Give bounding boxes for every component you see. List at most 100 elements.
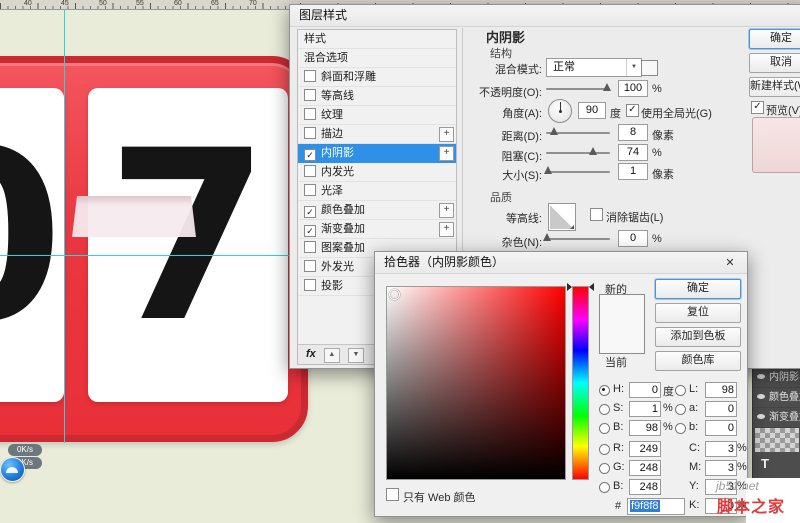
lab-b-radio[interactable] [675,423,686,434]
contour-thumbnail[interactable] [548,203,576,231]
shadow-color-swatch[interactable] [641,60,658,76]
blend-mode-dropdown[interactable]: 正常 ▼ [546,58,642,77]
effect-row-gradient-overlay[interactable]: 渐变叠加 [753,408,800,428]
slider-handle[interactable] [589,147,598,155]
ok-button[interactable]: 确定 [749,29,800,49]
checkbox-icon[interactable] [304,241,316,253]
color-field[interactable] [386,286,566,480]
a-input[interactable]: 0 [705,401,737,417]
style-item-color-overlay[interactable]: ✓ 颜色叠加 + [298,201,456,220]
eye-icon[interactable] [757,374,765,379]
checkbox-icon[interactable] [304,108,316,120]
new-current-swatch[interactable] [599,294,645,354]
styles-header-row[interactable]: 样式 [298,30,456,49]
noise-input[interactable]: 0 [618,230,648,247]
hex-value[interactable]: f9f8f8 [630,500,660,512]
g-input[interactable]: 248 [629,460,661,476]
lab-b-input[interactable]: 0 [705,420,737,436]
c-input[interactable]: 3 [705,441,737,457]
picker-reset-button[interactable]: 复位 [655,303,741,323]
color-field-marker[interactable] [389,289,400,300]
distance-input[interactable]: 8 [618,124,648,141]
l-radio[interactable] [675,385,686,396]
style-item-inner-shadow[interactable]: ✓ 内阴影 + [298,144,456,163]
style-item-texture[interactable]: 纹理 [298,106,456,125]
b2-radio[interactable] [599,482,610,493]
angle-dial[interactable] [548,99,572,123]
new-style-button[interactable]: 新建样式(W)... [749,77,800,97]
add-to-swatches-button[interactable]: 添加到色板 [655,327,741,347]
hue-marker-right-icon[interactable] [589,283,594,291]
slider-track[interactable] [546,152,610,154]
checkbox-icon[interactable] [304,165,316,177]
checkbox-icon[interactable] [304,260,316,272]
picker-ok-button[interactable]: 确定 [655,279,741,299]
style-item-contour[interactable]: 等高线 [298,87,456,106]
add-effect-icon[interactable]: + [439,127,454,142]
eye-icon[interactable] [757,394,765,399]
eye-icon[interactable] [757,414,765,419]
checkbox-icon[interactable] [304,184,316,196]
slider-handle[interactable] [550,127,559,135]
opacity-slider[interactable] [546,81,612,94]
style-item-satin[interactable]: 光泽 [298,182,456,201]
checkbox-icon[interactable] [304,127,316,139]
vertical-guide[interactable] [64,9,65,443]
size-input[interactable]: 1 [618,163,648,180]
move-effect-up-icon[interactable]: ▲ [323,348,340,363]
slider-handle[interactable] [543,166,552,174]
a-radio[interactable] [675,404,686,415]
hue-marker-left-icon[interactable] [567,283,572,291]
style-item-inner-glow[interactable]: 内发光 [298,163,456,182]
noise-slider[interactable] [543,231,610,244]
web-colors-checkbox[interactable] [386,488,399,501]
current-color-swatch[interactable] [600,324,644,353]
m-input[interactable]: 3 [705,460,737,476]
distance-slider[interactable] [546,125,610,138]
type-layer-icon[interactable]: T [761,456,769,471]
s-radio[interactable] [599,404,610,415]
checkbox-checked-icon[interactable]: ✓ [304,206,316,218]
network-speed-icon[interactable] [0,457,25,482]
close-icon[interactable]: ✕ [721,255,739,271]
checkbox-icon[interactable] [304,70,316,82]
global-light-checkbox[interactable]: ✓ [626,104,639,117]
b-input[interactable]: 98 [629,420,661,436]
cancel-button[interactable]: 取消 [749,53,800,73]
l-input[interactable]: 98 [705,382,737,398]
choke-input[interactable]: 74 [618,144,648,161]
slider-track[interactable] [546,88,610,90]
color-picker-titlebar[interactable]: 拾色器（内阴影颜色） [375,252,747,274]
h-radio[interactable] [599,385,610,396]
opacity-input[interactable]: 100 [618,80,648,97]
b2-input[interactable]: 248 [629,479,661,495]
add-effect-icon[interactable]: + [439,203,454,218]
checkbox-icon[interactable] [304,279,316,291]
layer-style-dialog-titlebar[interactable]: 图层样式 [290,5,800,27]
antialias-checkbox[interactable] [590,208,603,221]
r-input[interactable]: 249 [629,441,661,457]
angle-input[interactable]: 90 [578,102,606,119]
hue-slider[interactable] [572,286,589,480]
slider-track[interactable] [546,238,610,240]
add-effect-icon[interactable]: + [439,146,454,161]
r-radio[interactable] [599,444,610,455]
style-item-bevel-emboss[interactable]: 斜面和浮雕 [298,68,456,87]
style-item-stroke[interactable]: 描边 + [298,125,456,144]
choke-slider[interactable] [546,145,610,158]
effect-row-color-overlay[interactable]: 颜色叠加 [753,388,800,408]
slider-handle[interactable] [543,233,552,241]
s-input[interactable]: 1 [629,401,661,417]
slider-handle[interactable] [603,83,612,91]
checkbox-icon[interactable] [304,89,316,101]
fx-icon[interactable]: fx [306,348,316,360]
size-slider[interactable] [543,164,610,177]
b-radio[interactable] [599,423,610,434]
slider-track[interactable] [546,171,610,173]
h-input[interactable]: 0 [629,382,661,398]
add-effect-icon[interactable]: + [439,222,454,237]
checkbox-checked-icon[interactable]: ✓ [304,225,316,237]
hex-input[interactable]: f9f8f8 [627,498,685,515]
checkbox-checked-icon[interactable]: ✓ [304,149,316,161]
chevron-down-icon[interactable]: ▼ [626,59,641,76]
